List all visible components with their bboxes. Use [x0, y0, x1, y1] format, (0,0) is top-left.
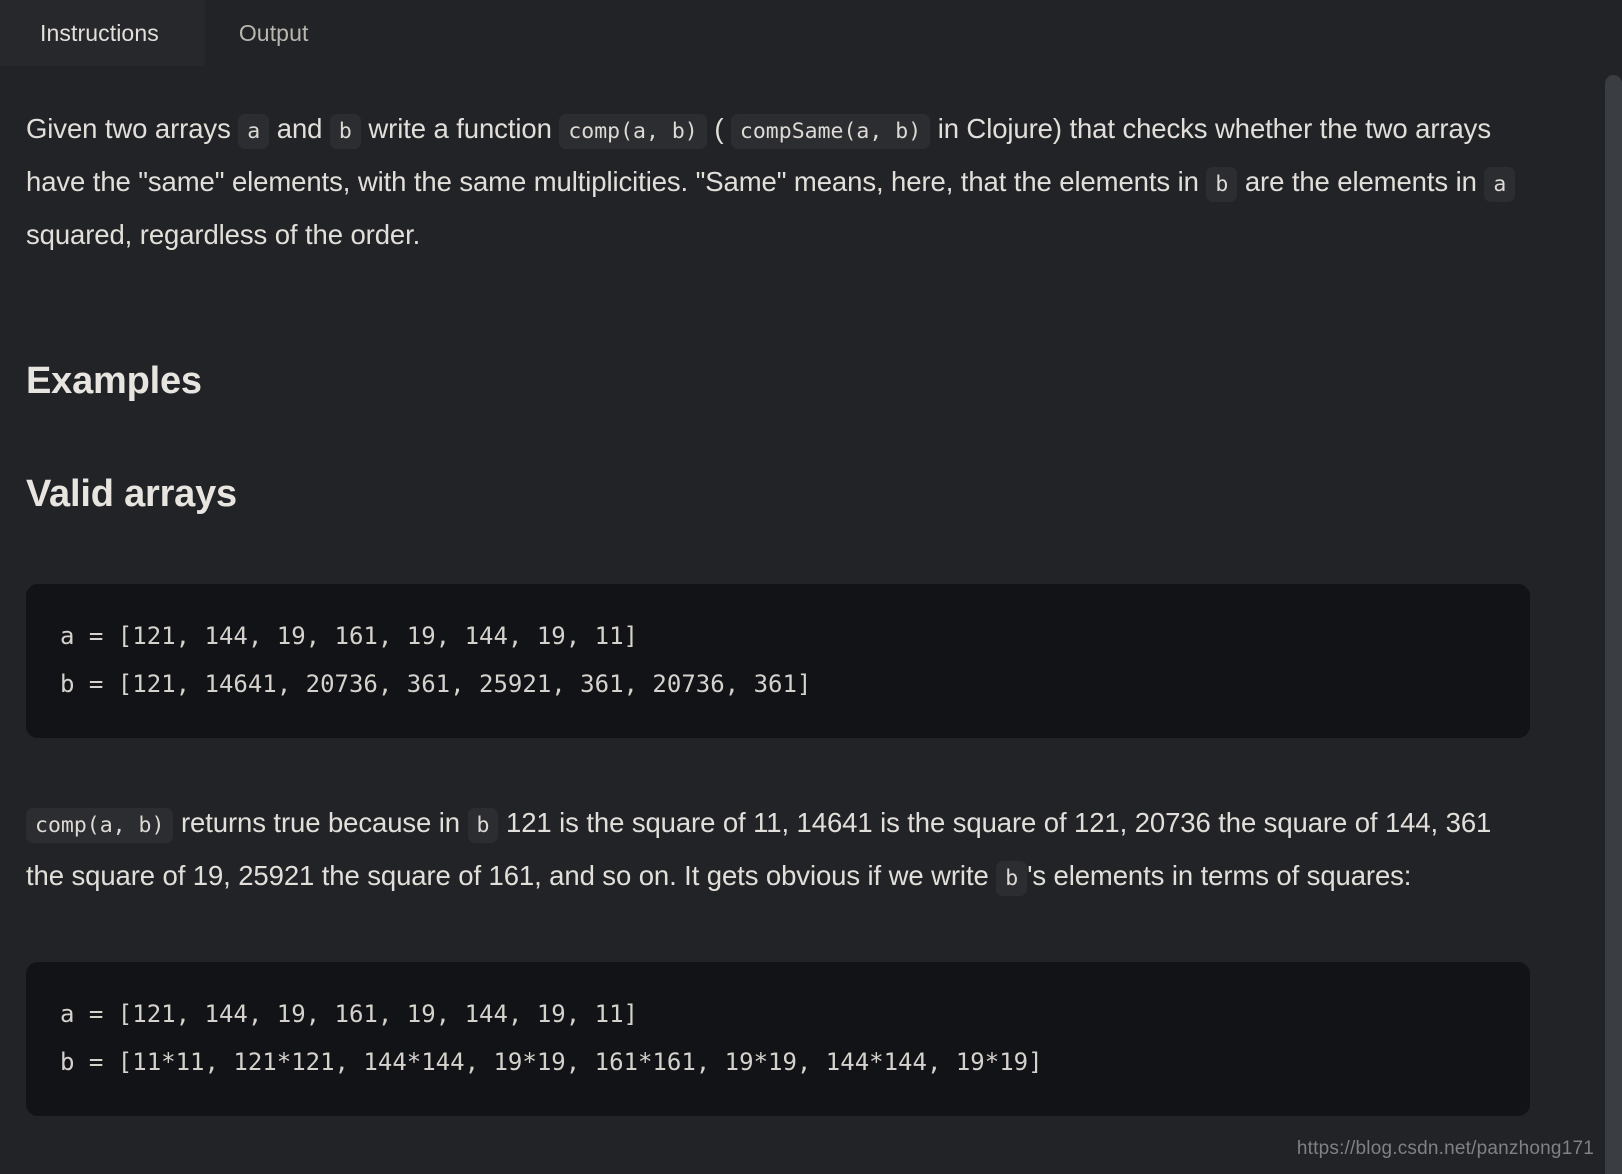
- text-segment: and: [276, 113, 323, 144]
- text-segment: Given two arrays: [26, 113, 231, 144]
- inline-code-a: a: [1484, 167, 1516, 202]
- explanation-paragraph: comp(a, b) returns true because in b 121…: [26, 798, 1530, 904]
- tab-output[interactable]: Output: [204, 0, 349, 66]
- tab-bar: Instructions Output: [0, 0, 1622, 66]
- instructions-panel: Given two arrays a and b write a functio…: [0, 66, 1622, 1116]
- text-segment: are the elements in: [1244, 166, 1477, 197]
- inline-code-b: b: [996, 861, 1028, 896]
- code-block-squares: a = [121, 144, 19, 161, 19, 144, 19, 11]…: [26, 962, 1530, 1116]
- heading-examples: Examples: [26, 360, 202, 402]
- tab-instructions-label: Instructions: [40, 19, 159, 46]
- inline-code-compsame: compSame(a, b): [730, 114, 931, 149]
- inline-code-comp: comp(a, b): [26, 808, 174, 843]
- text-segment: returns true because in: [181, 807, 460, 838]
- inline-code-b: b: [329, 114, 361, 149]
- inline-code-comp: comp(a, b): [559, 114, 707, 149]
- text-segment: write a function: [368, 113, 552, 144]
- code-block-1-wrapper: a = [121, 144, 19, 161, 19, 144, 19, 11]…: [26, 516, 1530, 738]
- code-block-2-wrapper: a = [121, 144, 19, 161, 19, 144, 19, 11]…: [26, 904, 1530, 1116]
- tab-instructions[interactable]: Instructions: [0, 0, 205, 66]
- inline-code-b: b: [1206, 167, 1238, 202]
- watermark: https://blog.csdn.net/panzhong171: [1296, 1138, 1594, 1159]
- vertical-scrollbar-track[interactable]: [1605, 0, 1622, 1174]
- inline-code-a: a: [238, 114, 270, 149]
- code-block-valid-arrays: a = [121, 144, 19, 161, 19, 144, 19, 11]…: [26, 584, 1530, 738]
- text-segment: (: [714, 113, 724, 144]
- problem-description-paragraph: Given two arrays a and b write a functio…: [26, 66, 1530, 260]
- heading-valid-arrays: Valid arrays: [26, 473, 237, 515]
- text-segment: 's elements in terms of squares:: [1027, 860, 1412, 891]
- inline-code-b: b: [467, 808, 499, 843]
- explanation-wrapper: comp(a, b) returns true because in b 121…: [26, 738, 1530, 904]
- text-segment: squared, regardless of the order.: [26, 219, 421, 250]
- vertical-scrollbar-thumb[interactable]: [1605, 75, 1622, 1174]
- tab-output-label: Output: [238, 19, 309, 46]
